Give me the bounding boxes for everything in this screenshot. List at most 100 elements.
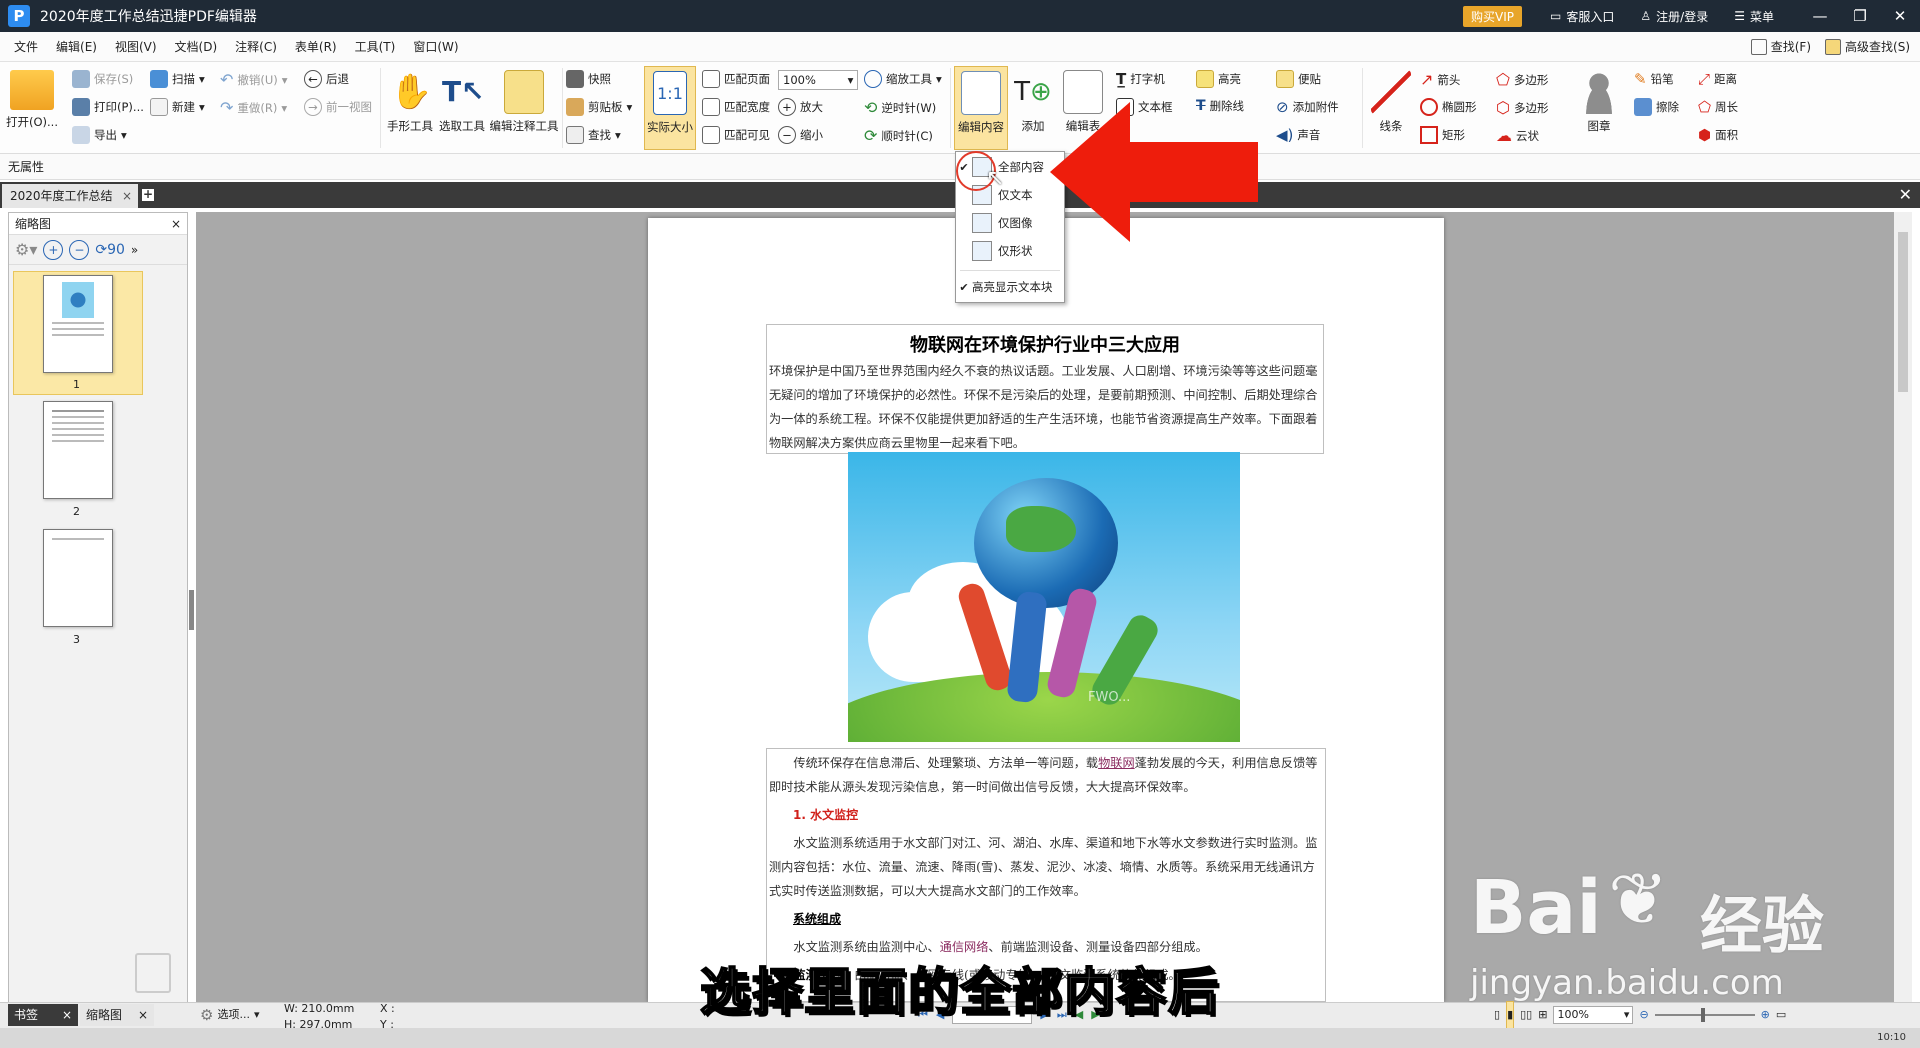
thumbnail-page-3[interactable]: [43, 529, 113, 627]
new-button[interactable]: 新建 ▾: [150, 98, 205, 116]
fit-width-icon: [702, 98, 720, 116]
dropdown-item-highlight-text-blocks[interactable]: ✔ 高亮显示文本块: [956, 274, 1064, 300]
pencil-button[interactable]: ✎ 铅笔: [1634, 70, 1674, 88]
gear-icon[interactable]: ⚙▾: [15, 240, 37, 259]
polygon-button[interactable]: ⬠ 多边形: [1496, 70, 1548, 89]
sound-label: 声音: [1297, 128, 1321, 142]
snapshot-button[interactable]: 快照: [566, 70, 611, 88]
panel-splitter[interactable]: [189, 590, 194, 630]
rectangle-button[interactable]: 矩形: [1420, 126, 1465, 144]
vertical-scrollbar[interactable]: [1894, 212, 1912, 1002]
print-button[interactable]: 打印(P)...: [72, 98, 144, 116]
dropdown-item-image-only[interactable]: 仅图像: [956, 210, 1064, 236]
sound-button[interactable]: ◀) 声音: [1276, 126, 1320, 144]
distance-button[interactable]: ⤢ 距离: [1698, 70, 1737, 88]
more-icon[interactable]: »: [131, 243, 138, 257]
login-link[interactable]: ♙ 注册/登录: [1640, 8, 1708, 25]
typewriter-label: 打字机: [1130, 72, 1165, 86]
menu-window[interactable]: 窗口(W): [413, 38, 458, 55]
edit-content-button[interactable]: 编辑内容: [954, 66, 1008, 150]
fit-width-button[interactable]: 匹配宽度: [702, 98, 770, 116]
arrow-button[interactable]: ↗ 箭头: [1420, 70, 1460, 89]
document-tab[interactable]: 2020年度工作总结 ×: [2, 184, 138, 208]
attach-file-button[interactable]: ⊘ 添加附件: [1276, 98, 1339, 116]
menu-view[interactable]: 视图(V): [115, 38, 157, 55]
divider: [380, 68, 381, 148]
menu-comment[interactable]: 注释(C): [235, 38, 277, 55]
panel-close-icon[interactable]: ×: [171, 213, 181, 235]
minimize-button[interactable]: —: [1800, 7, 1840, 25]
export-button[interactable]: 导出 ▾: [72, 126, 127, 144]
pencil-icon: ✎: [1634, 70, 1647, 88]
open-label: 打开(O)...: [6, 115, 58, 129]
zoom-in-button[interactable]: + 放大: [778, 98, 823, 116]
menu-form[interactable]: 表单(R): [295, 38, 337, 55]
edit-annotation-tool-button[interactable]: 编辑注释工具: [488, 70, 560, 134]
ellipse-button[interactable]: 椭圆形: [1420, 98, 1477, 116]
hand-tool-button[interactable]: ✋ 手形工具: [384, 70, 436, 134]
earth-illustration-image[interactable]: FWO...: [848, 452, 1240, 742]
menu-document[interactable]: 文档(D): [175, 38, 218, 55]
rotate-ccw-button[interactable]: ⟲ 逆时针(W): [864, 98, 936, 117]
customer-service-label: 客服入口: [1566, 9, 1615, 24]
clipboard-button[interactable]: 剪贴板 ▾: [566, 98, 632, 116]
cloud-button[interactable]: ☁ 云状: [1496, 126, 1539, 145]
scan-button[interactable]: 扫描 ▾: [150, 70, 205, 88]
buy-vip-button[interactable]: 购买VIP: [1463, 5, 1523, 27]
menu-edit[interactable]: 编辑(E): [56, 38, 97, 55]
rotate-cw-button[interactable]: ⟳ 顺时针(C): [864, 126, 933, 145]
rotate-page-icon[interactable]: ⟳90: [95, 242, 125, 258]
watermark-brand-cn: 经验: [1700, 889, 1825, 962]
prev-view-button[interactable]: → 前一视图: [304, 98, 372, 116]
line-button[interactable]: 线条: [1366, 70, 1416, 134]
zoom-out-button[interactable]: − 缩小: [778, 126, 823, 144]
menu-file[interactable]: 文件: [14, 38, 38, 55]
iot-link[interactable]: 物联网: [1098, 756, 1135, 770]
main-menu-button[interactable]: ☰ 菜单: [1734, 8, 1774, 25]
actual-size-button[interactable]: 1:1 实际大小: [644, 66, 696, 150]
highlight-button[interactable]: 高亮: [1196, 70, 1241, 88]
customer-service-link[interactable]: ▭ 客服入口: [1550, 8, 1614, 25]
tab-close-icon[interactable]: ×: [122, 184, 132, 208]
search-icon: [566, 126, 584, 144]
area-button[interactable]: ⬢ 面积: [1698, 126, 1738, 144]
fit-visible-button[interactable]: 匹配可见: [702, 126, 770, 144]
menu-tools[interactable]: 工具(T): [355, 38, 396, 55]
thumbnail-page-2[interactable]: [43, 401, 113, 499]
stamp-button[interactable]: 图章: [1574, 70, 1624, 134]
new-tab-button[interactable]: +: [142, 188, 154, 201]
watermark-brand: Bai: [1470, 865, 1602, 951]
dropdown-item-shape-only[interactable]: 仅形状: [956, 238, 1064, 264]
thumbnail-page-1[interactable]: [43, 275, 113, 373]
area-icon: ⬢: [1698, 126, 1712, 144]
redo-button[interactable]: ↷ 重做(R) ▾: [220, 98, 287, 117]
close-button[interactable]: ✕: [1880, 7, 1920, 25]
note-button[interactable]: 便贴: [1276, 70, 1321, 88]
maximize-button[interactable]: ❐: [1840, 7, 1880, 25]
edit-content-icon: [961, 71, 1001, 115]
find-tool-button[interactable]: 查找 ▾: [566, 126, 621, 144]
zoom-select[interactable]: 100% ▾: [778, 70, 858, 90]
close-all-tabs-button[interactable]: ✕: [1899, 185, 1912, 204]
open-button[interactable]: 打开(O)...: [6, 70, 58, 130]
enlarge-thumbs-icon[interactable]: +: [43, 239, 64, 260]
fit-page-button[interactable]: 匹配页面: [702, 70, 770, 88]
highlight-label: 高亮: [1218, 72, 1241, 86]
scrollbar-thumb[interactable]: [1898, 232, 1908, 392]
zoom-tool-button[interactable]: 缩放工具 ▾: [864, 70, 942, 88]
eraser-button[interactable]: 擦除: [1634, 98, 1679, 116]
select-tool-button[interactable]: T↖ 选取工具: [436, 70, 488, 134]
typewriter-button[interactable]: T̲ 打字机: [1116, 70, 1165, 88]
image-only-icon: [972, 213, 992, 233]
perimeter-button[interactable]: ⬠ 周长: [1698, 98, 1738, 116]
undo-button[interactable]: ↶ 撤销(U) ▾: [220, 70, 288, 89]
advanced-find-button[interactable]: 高级查找(S): [1825, 38, 1910, 55]
shrink-thumbs-icon[interactable]: −: [69, 239, 90, 260]
back-button[interactable]: ← 后退: [304, 70, 349, 88]
save-button[interactable]: 保存(S): [72, 70, 133, 88]
save-icon: [72, 70, 90, 88]
divider: [1362, 68, 1363, 148]
text-block-intro[interactable]: 物联网在环境保护行业中三大应用 环境保护是中国乃至世界范围内经久不衰的热议话题。…: [766, 324, 1324, 454]
find-button[interactable]: 查找(F): [1750, 38, 1811, 55]
polyline-button[interactable]: ⬡ 多边形: [1496, 98, 1548, 117]
